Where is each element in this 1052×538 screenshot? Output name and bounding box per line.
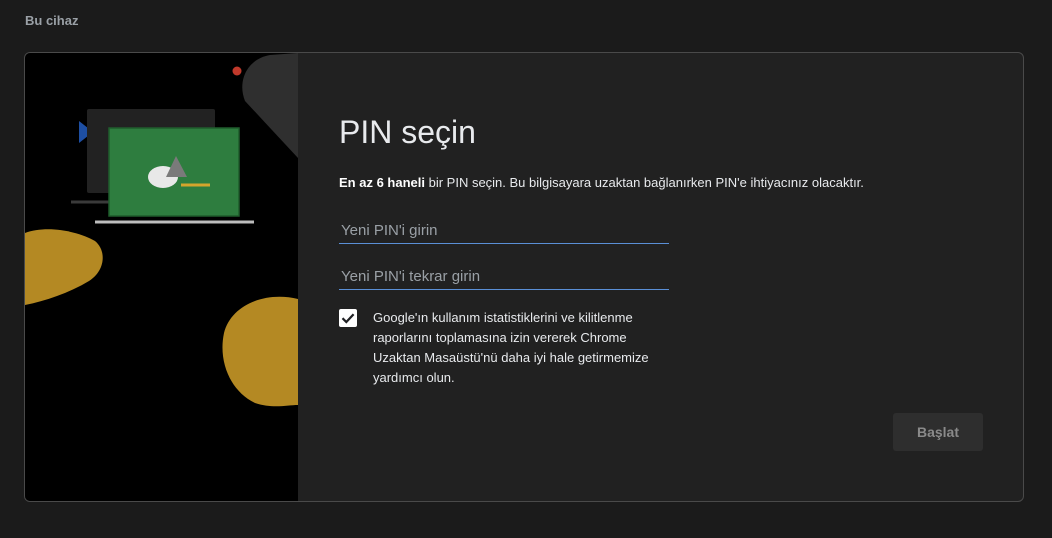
ochre-blob-left (25, 229, 103, 305)
red-dot (232, 66, 242, 76)
illustration (25, 53, 298, 501)
consent-checkbox[interactable] (339, 309, 357, 327)
dialog-description: En az 6 haneli bir PIN seçin. Bu bilgisa… (339, 175, 864, 190)
description-text: bir PIN seçin. Bu bilgisayara uzaktan ba… (424, 175, 864, 190)
ochre-blob-right (222, 296, 298, 407)
confirm-pin-input[interactable] (339, 264, 669, 290)
pin-dialog: PIN seçin En az 6 haneli bir PIN seçin. … (24, 52, 1024, 502)
new-pin-input[interactable] (339, 218, 669, 244)
remote-desktop-illustration (25, 53, 298, 407)
dialog-title: PIN seçin (339, 114, 476, 150)
checkmark-icon (341, 313, 355, 324)
description-bold: En az 6 haneli (339, 175, 425, 190)
start-button[interactable]: Başlat (893, 413, 983, 451)
consent-label: Google'ın kullanım istatistiklerini ve k… (373, 310, 649, 385)
pin-form: PIN seçin En az 6 haneli bir PIN seçin. … (298, 53, 1023, 501)
corner-shape (242, 53, 298, 158)
section-title: Bu cihaz (25, 13, 79, 28)
